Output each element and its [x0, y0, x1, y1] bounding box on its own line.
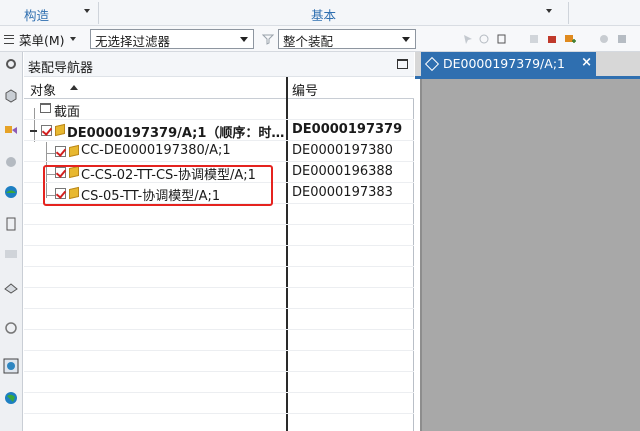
document-tab-strip: DE0000197379/A;1 ×: [415, 52, 640, 77]
resource-bar: [0, 52, 23, 431]
column-header-object[interactable]: 对象: [30, 80, 56, 99]
add-component-icon[interactable]: [564, 33, 576, 45]
document-tab[interactable]: DE0000197379/A;1 ×: [421, 52, 596, 77]
tree-row-number: DE0000197379: [292, 122, 403, 137]
visibility-checkbox[interactable]: [55, 146, 66, 157]
empty-row: [24, 288, 414, 309]
section-folder-icon: [40, 103, 51, 113]
part-file-icon: [424, 56, 440, 72]
navigator-title: 装配导航器: [28, 61, 94, 76]
tree-row-label: CC-DE0000197380/A;1: [81, 143, 231, 158]
lasso-icon[interactable]: [478, 33, 490, 45]
ribbon-divider: [568, 2, 569, 24]
copy-icon[interactable]: [496, 33, 508, 45]
tree-row-number: DE0000196388: [292, 164, 393, 179]
part-navigator-icon[interactable]: [3, 88, 19, 104]
empty-row: [24, 204, 414, 225]
close-icon[interactable]: ×: [581, 55, 592, 70]
menu-button[interactable]: 菜单(M): [4, 30, 76, 48]
menu-label: 菜单(M): [19, 32, 65, 48]
constraint-navigator-icon[interactable]: [3, 154, 19, 170]
web-browser-icon[interactable]: [3, 184, 19, 200]
reuse-library-icon[interactable]: [3, 246, 19, 262]
snap-icon[interactable]: [528, 33, 540, 45]
hamburger-icon: [4, 34, 14, 44]
assembly-navigator: 装配导航器 对象 编号 截面 DE0000197379/A;1（顺序：时… DE…: [24, 52, 414, 431]
empty-row: [24, 246, 414, 267]
tree-row-number: DE0000197380: [292, 143, 393, 158]
collapse-icon[interactable]: [30, 130, 37, 132]
empty-row: [24, 309, 414, 330]
assembly-icon[interactable]: [616, 33, 628, 45]
chevron-down-icon: [240, 37, 248, 42]
tree-row[interactable]: CC-DE0000197380/A;1 DE0000197380: [24, 141, 414, 162]
role-icon[interactable]: [3, 320, 19, 336]
empty-row: [24, 267, 414, 288]
tree-row[interactable]: DE0000197379/A;1（顺序：时… DE0000197379: [24, 120, 414, 141]
highlight-box: [43, 165, 273, 206]
empty-row: [24, 225, 414, 246]
empty-row: [24, 393, 414, 414]
ribbon-group-bar: 构造 基本: [0, 0, 640, 26]
assembly-scope-dropdown[interactable]: 整个装配: [278, 29, 416, 49]
maximize-icon[interactable]: [397, 59, 408, 69]
sort-ascending-icon[interactable]: [70, 85, 78, 90]
tree-row-number: DE0000197383: [292, 185, 393, 200]
navigator-header: 装配导航器: [24, 52, 414, 77]
chevron-down-icon[interactable]: [84, 9, 90, 13]
gear-icon[interactable]: [3, 56, 19, 72]
selection-filter-dropdown[interactable]: 无选择过滤器: [90, 29, 254, 49]
selection-filter-value: 无选择过滤器: [95, 34, 171, 49]
chevron-down-icon: [402, 37, 410, 42]
assembly-icon: [55, 123, 65, 137]
column-header-row: 对象 编号: [24, 77, 414, 99]
tree-row-label: 截面: [54, 105, 81, 120]
part-icon[interactable]: [598, 33, 610, 45]
ribbon-group-basic[interactable]: 基本: [311, 5, 336, 24]
assembly-scope-value: 整个装配: [283, 34, 334, 49]
select-icon[interactable]: [462, 33, 474, 45]
ribbon-group-construct[interactable]: 构造: [24, 5, 49, 24]
empty-row: [24, 372, 414, 393]
system-scene-icon[interactable]: [3, 358, 19, 374]
filter-icon[interactable]: [262, 33, 274, 45]
assembly-navigator-icon[interactable]: [3, 122, 19, 138]
tree-row-label: DE0000197379/A;1（顺序：时…: [67, 126, 285, 141]
ribbon-divider: [98, 2, 99, 24]
chevron-down-icon[interactable]: [546, 9, 552, 13]
empty-row: [24, 330, 414, 351]
document-tab-label: DE0000197379/A;1: [443, 56, 565, 71]
globe-icon[interactable]: [3, 390, 19, 406]
view-icon[interactable]: [3, 280, 19, 296]
chevron-down-icon: [69, 37, 76, 41]
tree-row[interactable]: 截面: [24, 99, 414, 120]
empty-row: [24, 351, 414, 372]
top-toolbar: 菜单(M) 无选择过滤器 整个装配: [0, 26, 640, 52]
history-icon[interactable]: [3, 216, 19, 232]
visibility-checkbox[interactable]: [41, 125, 52, 136]
column-header-number[interactable]: 编号: [292, 80, 318, 99]
part-icon: [69, 144, 79, 158]
component-icon[interactable]: [546, 33, 558, 45]
graphics-window[interactable]: [420, 79, 640, 431]
